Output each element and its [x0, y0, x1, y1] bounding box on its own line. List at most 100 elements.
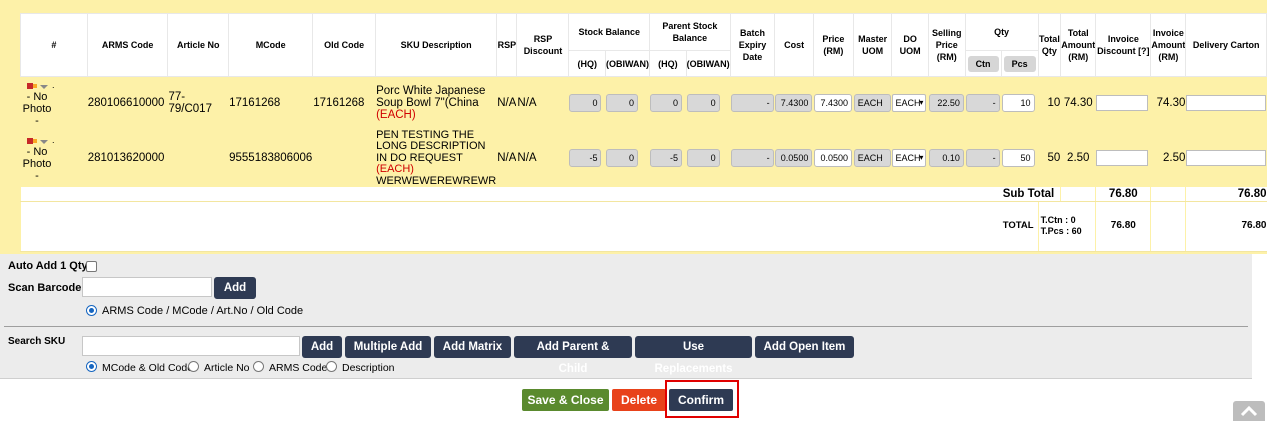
table-row: . - No Photo - 280106610000 77-79/C017 1… [20, 76, 1267, 130]
do-uom-select[interactable]: EACH ▾ [892, 149, 927, 168]
qty-ctn-field: - [966, 94, 1000, 113]
divider [4, 326, 1248, 327]
subtotal-label: Sub Total [19, 187, 1061, 202]
scan-type-radio[interactable] [86, 305, 97, 316]
delivery-carton-input[interactable] [1186, 95, 1267, 112]
header-price: Price (RM) [813, 13, 854, 77]
add-open-item-button[interactable]: Add Open Item [755, 336, 854, 358]
save-close-button[interactable]: Save & Close [522, 389, 609, 411]
search-mcode-radio[interactable] [86, 361, 97, 372]
header-qty-ctn[interactable]: Ctn [964, 50, 1002, 77]
move-down-icon[interactable] [40, 81, 50, 90]
delivery-carton-input[interactable] [1186, 150, 1267, 167]
uom-tag: (EACH) [376, 163, 414, 175]
search-mcode-label: MCode & Old Code [102, 362, 194, 374]
scroll-top-button[interactable] [1233, 401, 1265, 421]
batch-expiry-field: - [731, 94, 774, 113]
master-uom-field: EACH [854, 94, 891, 113]
total-row: TOTAL T.Ctn : 0 T.Pcs : 60 76.80 76.80 [20, 201, 1267, 252]
total-amount: 76.80 [1095, 201, 1151, 252]
header-invoice-discount[interactable]: Invoice Discount [?] [1095, 13, 1152, 77]
cell-mcode: 17161268 [228, 76, 313, 130]
batch-expiry-field: - [731, 149, 774, 168]
qty-pcs-input[interactable]: 50 [1002, 149, 1035, 168]
header-cost: Cost [774, 13, 815, 77]
parent-obiwan-field: 0 [687, 149, 720, 168]
qty-ctn-field: - [966, 149, 1000, 168]
do-uom-select[interactable]: EACH ▾ [892, 94, 927, 113]
chevron-up-icon [1240, 405, 1258, 417]
subtotal-invoice-amount: 76.80 [1185, 187, 1267, 202]
stock-hq-field: 0 [569, 94, 602, 113]
use-replacements-button[interactable]: Use Replacements [635, 336, 752, 375]
scan-barcode-label: Scan Barcode [8, 282, 82, 294]
subtotal-row: Sub Total 76.80 76.80 [19, 187, 1267, 202]
search-description-label: Description [342, 362, 395, 374]
chevron-down-icon: ▾ [919, 153, 924, 163]
parent-hq-field: 0 [650, 94, 683, 113]
cell-old-code: 17161268 [312, 76, 376, 130]
header-mcode: MCode [228, 13, 314, 77]
move-down-icon[interactable] [40, 136, 50, 145]
cell-sku-description: PEN TESTING THE LONG DESCRIPTION IN DO R… [375, 129, 497, 187]
header-rsp: RSP [496, 13, 518, 77]
parent-obiwan-field: 0 [687, 94, 720, 113]
qty-pcs-input[interactable]: 10 [1002, 94, 1035, 113]
search-sku-input[interactable] [82, 336, 300, 356]
ctn-tag[interactable]: Ctn [967, 55, 999, 72]
stock-obiwan-field: 0 [606, 94, 639, 113]
scan-add-button[interactable]: Add [214, 277, 256, 299]
header-qty-pcs[interactable]: Pcs [1000, 50, 1039, 77]
header-stock-obiwan: (OBIWAN) [605, 50, 651, 77]
cell-total-qty: 10 [1037, 76, 1061, 130]
no-photo-label: - No Photo - [22, 91, 52, 128]
search-article-label: Article No [204, 362, 250, 374]
chevron-down-icon: ▾ [919, 98, 924, 108]
no-photo-label: - No Photo - [22, 146, 52, 183]
cell-article-no: 77-79/C017 [167, 76, 229, 130]
header-stock-balance: Stock Balance [568, 13, 651, 51]
table-row: . - No Photo - 281013620000 955518380600… [20, 129, 1267, 187]
cell-mcode: 9555183806006 [228, 129, 313, 187]
pcs-tag[interactable]: Pcs [1003, 55, 1036, 72]
cost-field: 7.4300 [775, 94, 813, 113]
multiple-add-button[interactable]: Multiple Add [345, 336, 431, 358]
header-rsp-discount: RSP Discount [516, 13, 570, 77]
header-do-uom: DO UOM [891, 13, 929, 77]
total-label: TOTAL [20, 201, 1039, 252]
cell-sku-description: Porc White Japanese Soup Bowl 7"(China (E… [375, 76, 497, 130]
header-invoice-amount: Invoice Amount (RM) [1150, 13, 1187, 77]
confirm-button[interactable]: Confirm [669, 389, 733, 411]
add-parent-child-button[interactable]: Add Parent & Child [514, 336, 632, 375]
search-article-radio[interactable] [188, 361, 199, 372]
header-old-code: Old Code [312, 13, 377, 77]
cell-total-qty: 50 [1037, 129, 1061, 187]
cell-total-amount: 74.30 [1060, 76, 1096, 130]
stock-obiwan-field: 0 [606, 149, 639, 168]
search-add-button[interactable]: Add [302, 336, 342, 358]
price-input[interactable]: 7.4300 [814, 94, 853, 113]
delete-row-icon[interactable] [27, 136, 37, 145]
delete-button[interactable]: Delete [612, 389, 666, 411]
cell-total-amount: 2.50 [1060, 129, 1096, 187]
auto-add-checkbox[interactable] [86, 261, 97, 272]
cell-rsp: N/A [496, 76, 517, 130]
header-arms-code: ARMS Code [86, 13, 169, 77]
parent-hq-field: -5 [650, 149, 683, 168]
add-item-panel: Auto Add 1 Qty Scan Barcode Add ARMS Cod… [0, 254, 1252, 379]
search-arms-radio[interactable] [253, 361, 264, 372]
price-input[interactable]: 0.0500 [814, 149, 853, 168]
scan-barcode-input[interactable] [82, 277, 212, 297]
cell-old-code [312, 129, 376, 187]
header-master-uom: Master UOM [852, 13, 893, 77]
delete-row-icon[interactable] [27, 81, 37, 90]
header-selling-price: Selling Price (RM) [927, 13, 966, 77]
invoice-discount-input[interactable] [1096, 95, 1149, 112]
master-uom-field: EACH [854, 149, 891, 168]
add-matrix-button[interactable]: Add Matrix [434, 336, 511, 358]
invoice-discount-input[interactable] [1096, 150, 1149, 167]
search-description-radio[interactable] [326, 361, 337, 372]
search-sku-label: Search SKU [8, 336, 66, 347]
header-stock-hq: (HQ) [568, 50, 607, 77]
items-table: # ARMS Code Article No MCode Old Code SK… [19, 13, 1267, 252]
